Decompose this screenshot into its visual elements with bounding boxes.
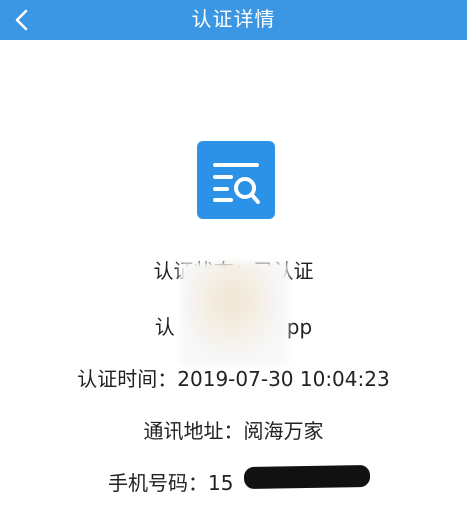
auth-time-value: 2019-07-30 10:04:23 <box>177 367 390 391</box>
address-value: 阅海万家 <box>243 419 324 443</box>
address-label: 通讯地址： <box>143 419 244 443</box>
obscured-value: pp <box>286 315 313 339</box>
auth-time-label: 认证时间： <box>77 367 178 391</box>
page-title: 认证详情 <box>191 7 276 31</box>
phone-value: 15 <box>208 471 234 495</box>
document-search-icon <box>197 141 275 219</box>
address-row: 通讯地址：阅海万家 <box>0 415 467 444</box>
auth-time-row: 认证时间：2019-07-30 10:04:23 <box>0 363 467 392</box>
phone-label: 手机号码： <box>108 471 208 495</box>
phone-row: 手机号码：15 <box>0 467 467 496</box>
blurred-redaction <box>180 262 288 366</box>
phone-redaction-bar <box>243 464 371 490</box>
obscured-label: 认 <box>154 315 175 339</box>
top-navigation-bar: 认证详情 <box>0 0 467 40</box>
